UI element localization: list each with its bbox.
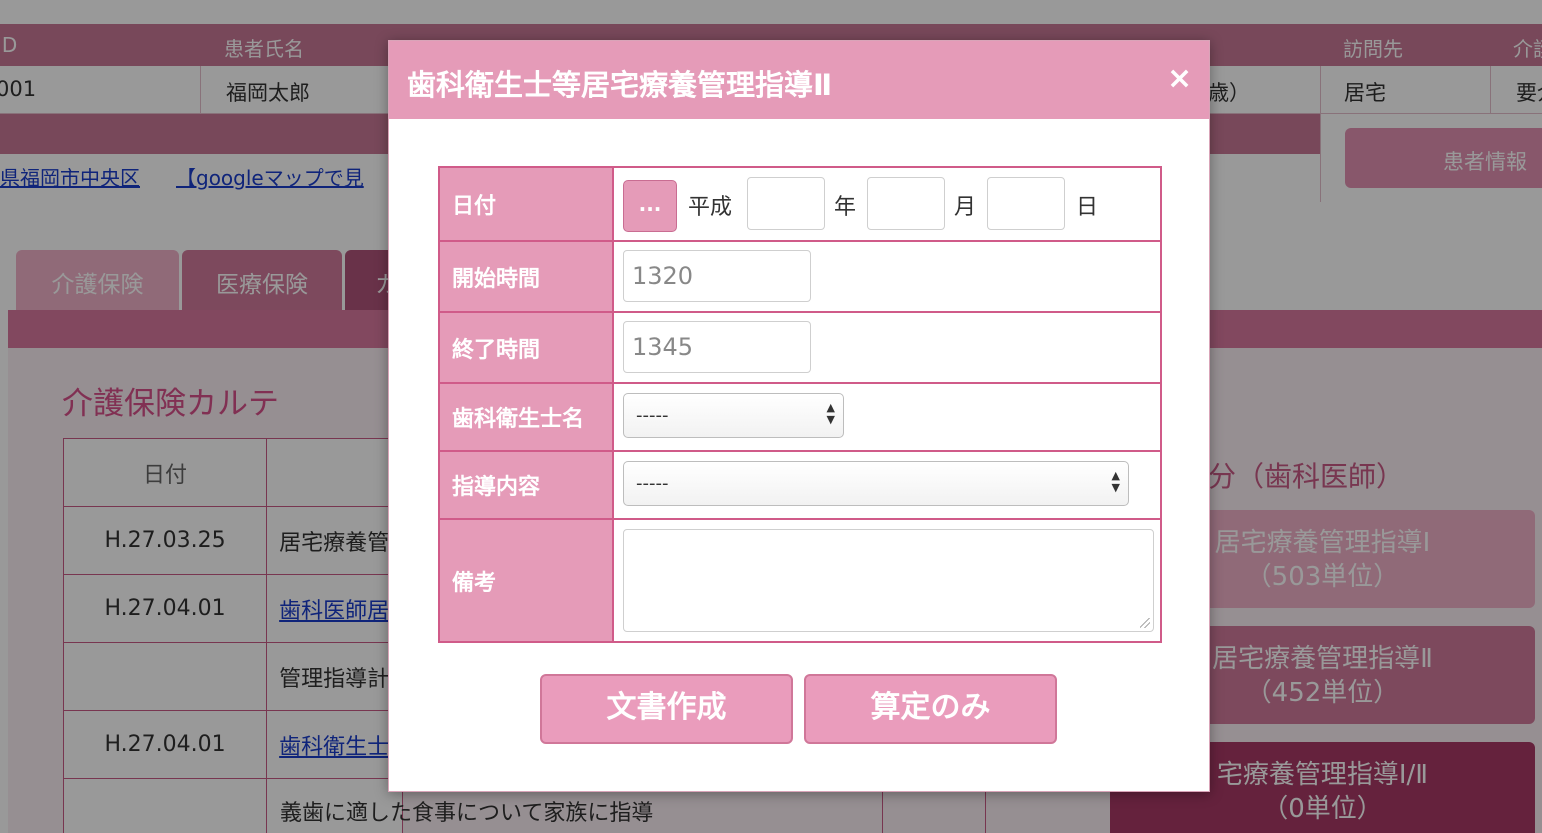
note-field [612,518,1162,643]
month-unit: 月 [954,195,977,220]
hygienist-field: ----- ▲ ▼ [612,382,1162,452]
guidance-selected-value: ----- [636,473,669,494]
note-label: 備考 [438,518,614,643]
hygienist-label: 歯科衛生士名 [438,382,614,452]
month-input[interactable] [867,177,945,230]
end-time-field: 1345 [612,311,1162,384]
dialog-title: 歯科衛生士等居宅療養管理指導Ⅱ [407,68,833,102]
guidance-select[interactable]: ----- ▲ ▼ [623,461,1129,506]
end-time-input[interactable]: 1345 [623,321,811,373]
calculate-only-button[interactable]: 算定のみ [804,674,1057,744]
date-picker-button[interactable]: ... [623,180,677,232]
year-input[interactable] [747,177,825,230]
hygienist-selected-value: ----- [636,405,669,426]
start-time-label: 開始時間 [438,240,614,313]
end-time-label: 終了時間 [438,311,614,384]
form-row-date: 日付 ... 平成 年 月 日 [438,166,1162,242]
form-row-hygienist: 歯科衛生士名 ----- ▲ ▼ [438,382,1162,452]
era-label: 平成 [688,195,733,220]
select-arrows-icon: ▲ ▼ [826,401,835,426]
start-time-field: 1320 [612,240,1162,313]
create-document-button[interactable]: 文書作成 [540,674,793,744]
dialog-header: 歯科衛生士等居宅療養管理指導Ⅱ × [389,41,1209,119]
date-field: ... 平成 年 月 日 [612,166,1162,242]
form-row-end-time: 終了時間 1345 [438,311,1162,384]
form-row-note: 備考 [438,518,1162,643]
guidance-label: 指導内容 [438,450,614,520]
hygienist-select[interactable]: ----- ▲ ▼ [623,393,844,438]
day-unit: 日 [1076,195,1099,220]
day-input[interactable] [987,177,1065,230]
close-icon[interactable]: × [1167,61,1192,96]
select-arrows-icon: ▲ ▼ [1111,469,1120,494]
note-textarea[interactable] [623,529,1154,632]
guidance-field: ----- ▲ ▼ [612,450,1162,520]
resize-grip-icon[interactable] [1140,618,1150,628]
form-row-start-time: 開始時間 1320 [438,240,1162,313]
start-time-input[interactable]: 1320 [623,250,811,302]
year-unit: 年 [834,195,857,220]
date-label: 日付 [438,166,614,242]
hygienist-guidance-dialog: 歯科衛生士等居宅療養管理指導Ⅱ × 日付 ... 平成 年 月 日 開始時間 1… [388,40,1210,792]
guidance-form: 日付 ... 平成 年 月 日 開始時間 1320 終了時間 1345 歯科衛生… [438,166,1162,643]
form-row-guidance: 指導内容 ----- ▲ ▼ [438,450,1162,520]
